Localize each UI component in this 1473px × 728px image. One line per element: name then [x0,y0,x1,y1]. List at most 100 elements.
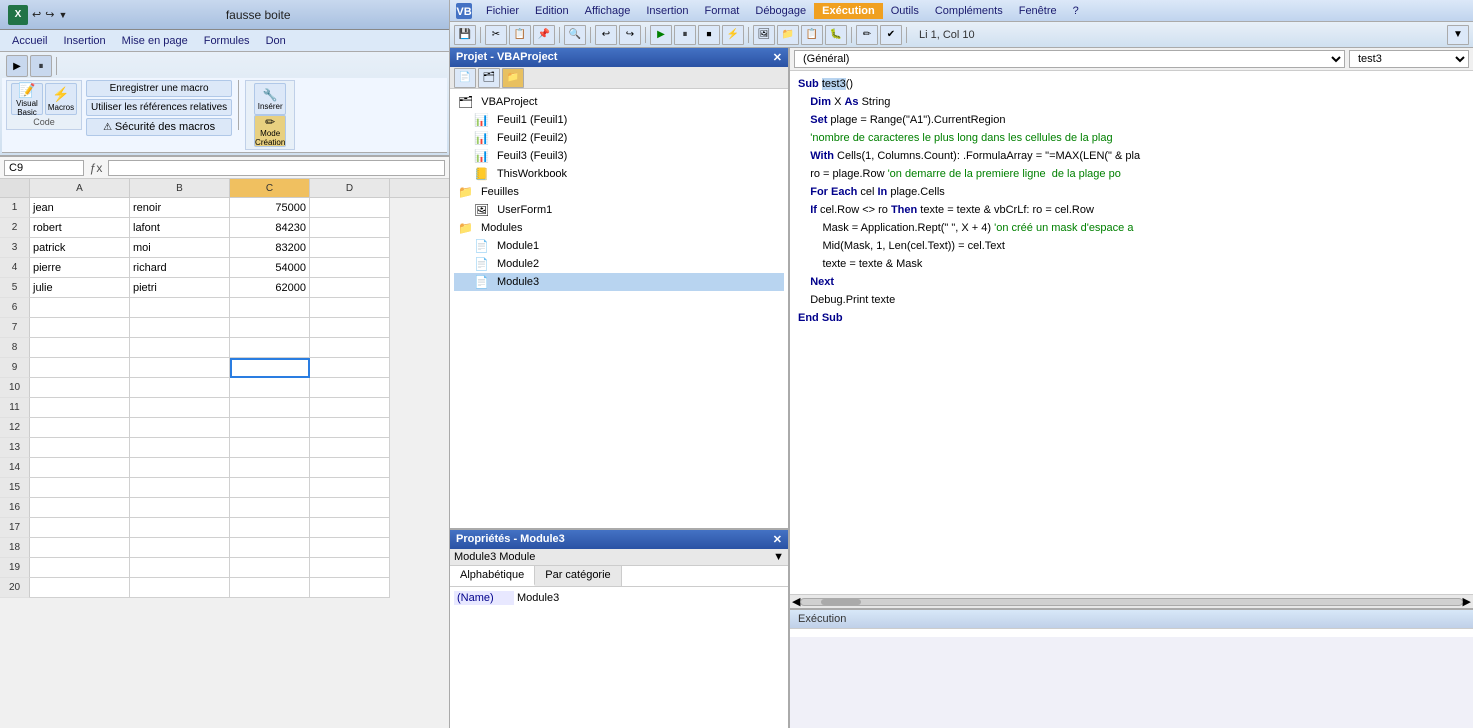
cell-d16[interactable] [310,498,390,518]
cell-c10[interactable] [230,378,310,398]
cell-c8[interactable] [230,338,310,358]
references-relatives-button[interactable]: Utiliser les références relatives [86,99,232,116]
cell-a1[interactable]: jean [30,198,130,218]
row-header-6[interactable]: 6 [0,298,30,318]
vba-menu-affichage[interactable]: Affichage [577,3,639,19]
proc-dropdown[interactable]: test3 [1349,50,1469,68]
vba-menu-fichier[interactable]: Fichier [478,3,527,19]
row-header-3[interactable]: 3 [0,238,30,258]
securite-macros-button[interactable]: ⚠ Sécurité des macros [86,118,232,136]
cell-c5[interactable]: 62000 [230,278,310,298]
col-header-c[interactable]: C [230,179,310,197]
cell-c7[interactable] [230,318,310,338]
cell-b13[interactable] [130,438,230,458]
scrollbar-track[interactable] [800,598,1462,606]
vba-menu-debogage[interactable]: Débogage [747,3,814,19]
cell-a2[interactable]: robert [30,218,130,238]
cell-c6[interactable] [230,298,310,318]
project-tool-3[interactable]: 📁 [502,68,524,88]
vba-tool-userform[interactable]: 🖼 [753,25,775,45]
ribbon-icon-2[interactable]: ⏸ [30,55,52,77]
row-header-1[interactable]: 1 [0,198,30,218]
cell-b4[interactable]: richard [130,258,230,278]
cell-c15[interactable] [230,478,310,498]
cell-c3[interactable]: 83200 [230,238,310,258]
row-header-20[interactable]: 20 [0,578,30,598]
col-header-a[interactable]: A [30,179,130,197]
tree-item-feuil3-(feuil3)[interactable]: 📊Feuil3 (Feuil3) [454,147,784,165]
mode-creation-button[interactable]: ✏ Mode Création [254,115,286,147]
cell-b17[interactable] [130,518,230,538]
project-tool-2[interactable]: 🗂 [478,68,500,88]
cell-a18[interactable] [30,538,130,558]
vba-tool-save[interactable]: 💾 [454,25,476,45]
macros-button[interactable]: ⚡ Macros [45,83,77,115]
ribbon-icon-1[interactable]: ▶ [6,55,28,77]
cell-d11[interactable] [310,398,390,418]
vba-tool-paste[interactable]: 📌 [533,25,555,45]
row-header-15[interactable]: 15 [0,478,30,498]
vba-tool-props[interactable]: 📋 [801,25,823,45]
cell-b6[interactable] [130,298,230,318]
cell-d3[interactable] [310,238,390,258]
scroll-right-arrow[interactable]: ▶ [1463,595,1471,608]
cell-d7[interactable] [310,318,390,338]
row-header-4[interactable]: 4 [0,258,30,278]
vba-tool-cursor[interactable]: ✏ [856,25,878,45]
module-dropdown[interactable]: (Général) [794,50,1345,68]
vba-tool-find[interactable]: 🔍 [564,25,586,45]
cell-b10[interactable] [130,378,230,398]
tree-item-feuil1-(feuil1)[interactable]: 📊Feuil1 (Feuil1) [454,111,784,129]
cell-a5[interactable]: julie [30,278,130,298]
col-header-b[interactable]: B [130,179,230,197]
vba-tool-check[interactable]: ✔ [880,25,902,45]
vba-tool-redo[interactable]: ↪ [619,25,641,45]
cell-b11[interactable] [130,398,230,418]
tree-item-userform1[interactable]: 🖼UserForm1 [454,201,784,219]
code-scrollbar[interactable]: ◀ ▶ [790,594,1473,608]
cell-a16[interactable] [30,498,130,518]
vba-tool-debug[interactable]: 🐛 [825,25,847,45]
cell-d17[interactable] [310,518,390,538]
cell-b2[interactable]: lafont [130,218,230,238]
select-all-corner[interactable] [0,179,30,197]
cell-b5[interactable]: pietri [130,278,230,298]
menu-insertion[interactable]: Insertion [55,33,113,49]
cell-c19[interactable] [230,558,310,578]
props-close-button[interactable]: ✕ [773,533,782,546]
vba-tool-undo[interactable]: ↩ [595,25,617,45]
cell-a20[interactable] [30,578,130,598]
vba-menu-format[interactable]: Format [697,3,748,19]
col-header-d[interactable]: D [310,179,390,197]
scroll-left-arrow[interactable]: ◀ [792,595,800,608]
cell-c20[interactable] [230,578,310,598]
undo-icon[interactable]: ↩ [32,8,41,21]
cell-c9[interactable] [230,358,310,378]
cell-d1[interactable] [310,198,390,218]
name-box[interactable] [4,160,84,176]
row-header-17[interactable]: 17 [0,518,30,538]
cell-d18[interactable] [310,538,390,558]
row-header-9[interactable]: 9 [0,358,30,378]
row-header-12[interactable]: 12 [0,418,30,438]
cell-b16[interactable] [130,498,230,518]
row-header-5[interactable]: 5 [0,278,30,298]
cell-b12[interactable] [130,418,230,438]
vba-tool-project[interactable]: 📁 [777,25,799,45]
row-header-8[interactable]: 8 [0,338,30,358]
cell-a15[interactable] [30,478,130,498]
row-header-11[interactable]: 11 [0,398,30,418]
cell-b19[interactable] [130,558,230,578]
cell-c2[interactable]: 84230 [230,218,310,238]
cell-d8[interactable] [310,338,390,358]
row-header-10[interactable]: 10 [0,378,30,398]
vba-tool-cut[interactable]: ✂ [485,25,507,45]
scrollbar-thumb[interactable] [821,599,861,605]
cell-d12[interactable] [310,418,390,438]
cell-a10[interactable] [30,378,130,398]
cell-d19[interactable] [310,558,390,578]
cell-c1[interactable]: 75000 [230,198,310,218]
cell-a8[interactable] [30,338,130,358]
quick-access-dropdown[interactable]: ▼ [58,10,67,20]
cell-d2[interactable] [310,218,390,238]
